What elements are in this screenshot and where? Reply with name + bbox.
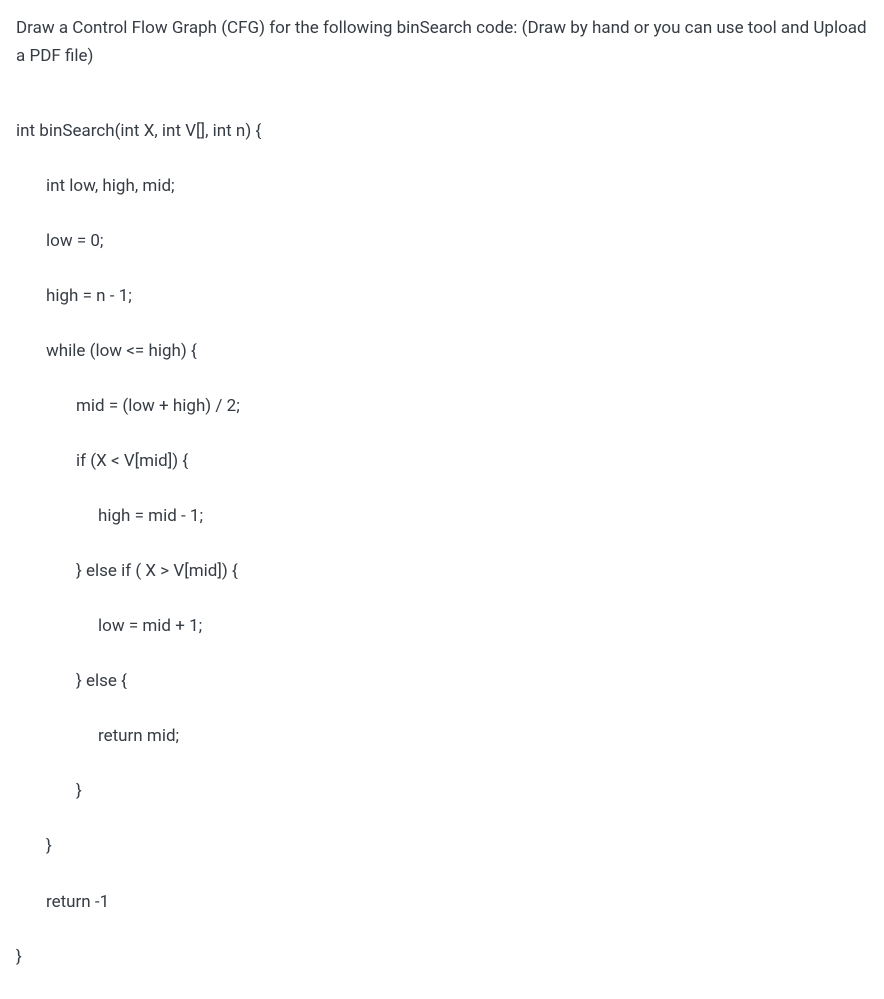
code-line: } <box>16 944 868 972</box>
code-line: } <box>16 833 868 861</box>
code-line: } else if ( X > V[mid]) { <box>16 558 868 586</box>
code-line: while (low <= high) { <box>16 338 868 366</box>
code-line: return -1 <box>16 889 868 917</box>
code-line: return mid; <box>16 723 868 751</box>
code-line: high = mid - 1; <box>16 503 868 531</box>
code-line: low = 0; <box>16 228 868 256</box>
instruction-text: Draw a Control Flow Graph (CFG) for the … <box>16 14 868 70</box>
code-line: int low, high, mid; <box>16 173 868 201</box>
code-block: int binSearch(int X, int V[], int n) { i… <box>16 90 868 999</box>
code-line: } <box>16 778 868 806</box>
code-line: high = n - 1; <box>16 283 868 311</box>
code-line: int binSearch(int X, int V[], int n) { <box>16 118 868 146</box>
code-line: if (X < V[mid]) { <box>16 448 868 476</box>
code-line: low = mid + 1; <box>16 613 868 641</box>
code-line: mid = (low + high) / 2; <box>16 393 868 421</box>
code-line: } else { <box>16 668 868 696</box>
